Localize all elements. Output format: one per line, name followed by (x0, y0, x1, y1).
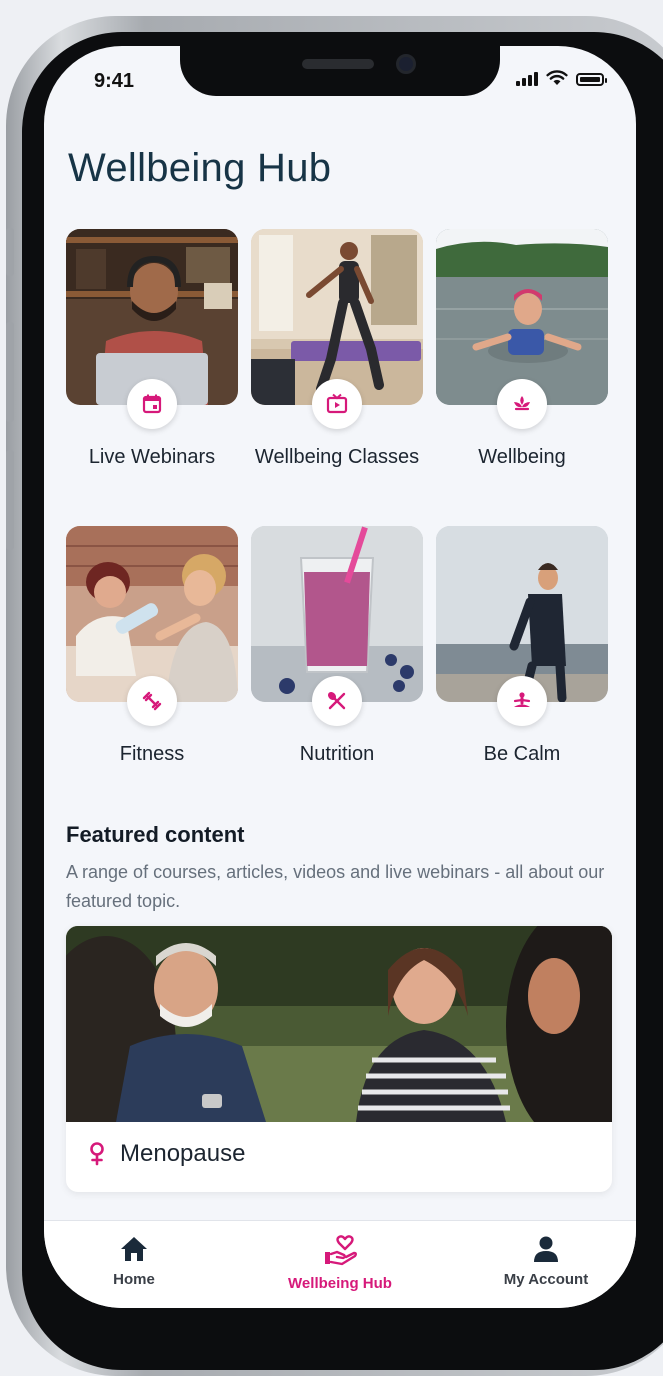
meditation-icon (497, 676, 547, 726)
card-title-row: Menopause (88, 1140, 245, 1168)
front-camera (396, 54, 416, 74)
tile-label: Live Webinars (88, 446, 216, 468)
cellular-signal-icon (516, 70, 538, 86)
featured-heading: Featured content (66, 822, 245, 847)
tile-fitness[interactable]: Fitness (66, 526, 238, 765)
tab-wellbeing-hub[interactable]: Wellbeing Hub (250, 1235, 430, 1292)
person-icon (534, 1236, 558, 1262)
featured-card-menopause[interactable]: Menopause (66, 926, 612, 1192)
battery-icon (576, 73, 607, 86)
tile-nutrition[interactable]: Nutrition (251, 526, 423, 765)
status-time: 9:41 (94, 70, 135, 92)
status-icons (516, 70, 607, 86)
tile-be-calm[interactable]: Be Calm (436, 526, 608, 765)
female-symbol-icon (90, 1142, 104, 1166)
menopause-image (66, 926, 612, 1122)
tab-label: Wellbeing Hub (288, 1275, 392, 1292)
tile-live-webinars[interactable]: Live Webinars (66, 229, 238, 468)
notch (180, 46, 500, 96)
tile-label: Be Calm (483, 743, 561, 765)
tile-label: Wellbeing (478, 446, 566, 468)
tab-label: My Account (503, 1271, 589, 1288)
mute-switch (6, 228, 14, 276)
speaker (302, 59, 374, 69)
calendar-icon (127, 379, 177, 429)
home-icon (121, 1237, 147, 1261)
page-title: Wellbeing Hub (68, 146, 332, 190)
dumbbell-icon (127, 676, 177, 726)
app-screen: 9:41 Wellbeing Hub Live Webinars Wellbei… (44, 46, 636, 1308)
hand-heart-icon (325, 1235, 357, 1266)
tab-label: Home (113, 1271, 155, 1288)
cutlery-icon (312, 676, 362, 726)
lotus-icon (497, 379, 547, 429)
tab-home[interactable]: Home (44, 1235, 224, 1288)
tile-label: Nutrition (299, 743, 375, 765)
card-title: Menopause (120, 1140, 246, 1167)
bottom-tab-bar: Home Wellbeing Hub My Account (44, 1220, 636, 1308)
volume-up-button (6, 322, 14, 422)
tab-my-account[interactable]: My Account (456, 1235, 636, 1288)
tile-label: Fitness (119, 743, 185, 765)
tile-wellbeing-classes[interactable]: Wellbeing Classes (251, 229, 423, 468)
tile-label: Wellbeing Classes (254, 446, 420, 468)
volume-down-button (6, 450, 14, 550)
tile-wellbeing[interactable]: Wellbeing (436, 229, 608, 468)
video-icon (312, 379, 362, 429)
wifi-icon (546, 70, 568, 85)
featured-description: A range of courses, articles, videos and… (66, 862, 605, 911)
